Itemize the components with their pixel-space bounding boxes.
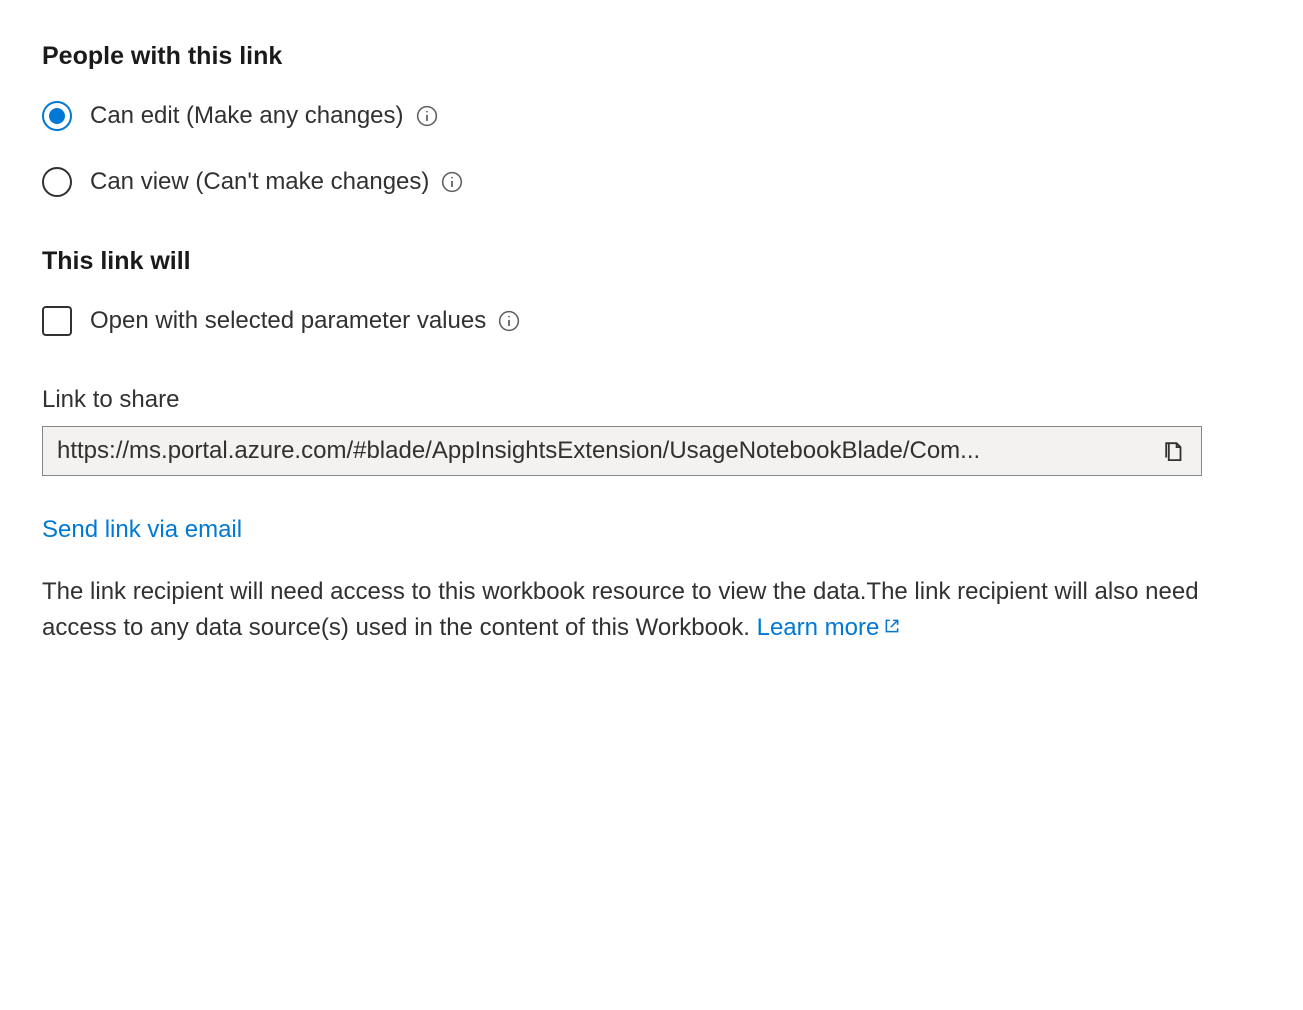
permissions-radio-group: Can edit (Make any changes) Can view (Ca… [42,101,1261,197]
radio-can-edit-label: Can edit (Make any changes) [90,102,404,130]
share-link-section: Link to share [42,386,1261,476]
send-email-link[interactable]: Send link via email [42,516,242,544]
checkbox-open-with-params[interactable]: Open with selected parameter values [42,306,1261,336]
radio-indicator-unselected [42,167,72,197]
info-icon[interactable] [498,310,520,332]
copy-button[interactable] [1161,438,1187,464]
radio-can-edit[interactable]: Can edit (Make any changes) [42,101,1261,131]
disclaimer-text: The link recipient will need access to t… [42,574,1202,646]
info-icon[interactable] [416,105,438,127]
info-icon[interactable] [441,171,463,193]
copy-icon [1161,438,1187,464]
share-link-box [42,426,1202,476]
external-link-icon [883,617,901,635]
link-behavior-section: This link will Open with selected parame… [42,247,1261,336]
permissions-section: People with this link Can edit (Make any… [42,42,1261,197]
share-link-label: Link to share [42,386,1261,414]
checkbox-label: Open with selected parameter values [90,307,486,335]
radio-indicator-selected [42,101,72,131]
link-behavior-heading: This link will [42,247,1261,276]
share-link-input[interactable] [57,437,1149,465]
permissions-heading: People with this link [42,42,1261,71]
radio-can-view[interactable]: Can view (Can't make changes) [42,167,1261,197]
learn-more-link[interactable]: Learn more [757,614,902,641]
learn-more-label: Learn more [757,614,880,641]
disclaimer-body: The link recipient will need access to t… [42,578,1199,641]
radio-can-view-label: Can view (Can't make changes) [90,168,429,196]
radio-dot-icon [49,108,65,124]
checkbox-indicator [42,306,72,336]
